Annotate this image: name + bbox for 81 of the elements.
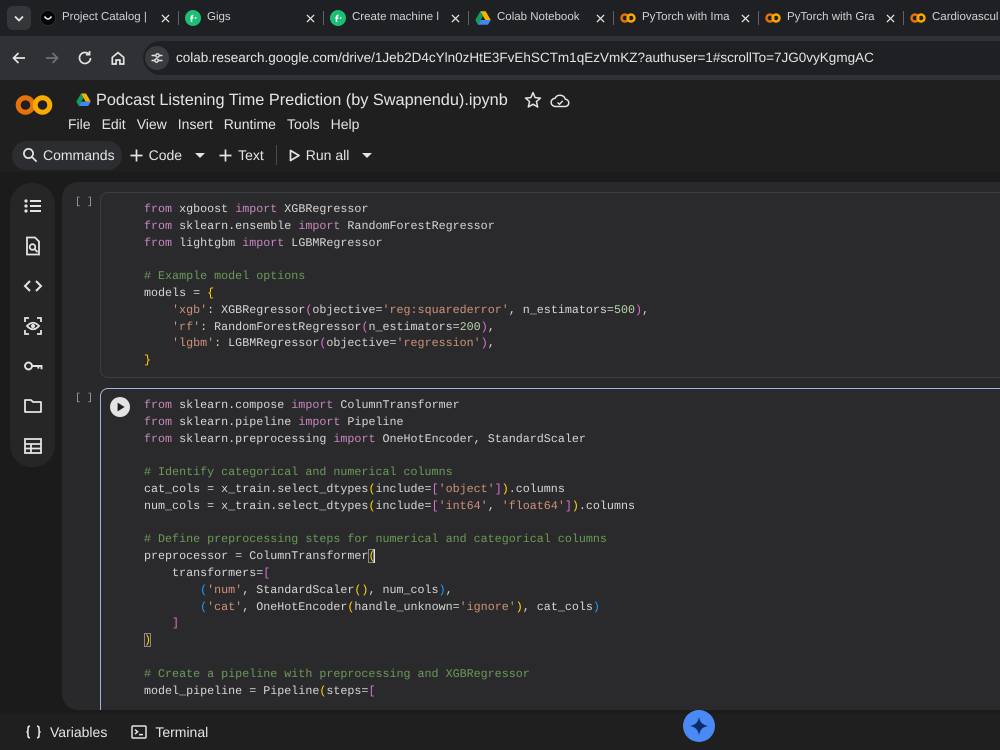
- rings-logo-icon[interactable]: [15, 92, 53, 118]
- play-icon: [288, 148, 300, 162]
- search-icon: [22, 147, 38, 163]
- code-line: }: [144, 352, 152, 369]
- code-line: num_cols = x_train.select_dtypes(include=['int64', 'float64']).columns: [144, 498, 635, 515]
- reload-icon[interactable]: [77, 50, 93, 66]
- code-line: 'lgbm': LGBMRegressor(objective='regression'),: [172, 335, 495, 352]
- code-line: from sklearn.preprocessing import OneHotEncoder, StandardScaler: [144, 430, 586, 448]
- code-line: 'rf': RandomForestRegressor(n_estimators=200),: [172, 318, 495, 336]
- caret-icon[interactable]: [362, 152, 372, 158]
- code-editor[interactable]: [100, 388, 1000, 710]
- browser-tab[interactable]: Gigs: [179, 0, 324, 36]
- menu-item[interactable]: Help: [326, 115, 364, 133]
- browser-tab[interactable]: PyTorch with Gra: [759, 0, 904, 36]
- plus-icon: [219, 148, 232, 162]
- code-line: 'xgb': XGBRegressor(objective='reg:squarederror', n_estimators=500),: [172, 302, 650, 319]
- code-line: from xgboost import XGBRegressor: [144, 201, 368, 218]
- code-line: # Example model options: [144, 268, 306, 285]
- play-icon[interactable]: [110, 396, 130, 417]
- commands-button[interactable]: Commands: [12, 140, 122, 170]
- terminal-icon: [131, 725, 148, 739]
- round-logo-icon: [330, 10, 346, 26]
- close-icon[interactable]: [306, 14, 315, 22]
- browser-tab[interactable]: PyTorch with Ima: [614, 0, 759, 36]
- code-line: from sklearn.pipeline import Pipeline: [144, 414, 404, 431]
- code-line: cat_cols = x_train.select_dtypes(include=['object']).columns: [144, 480, 565, 498]
- round-logo-icon: [40, 10, 56, 26]
- close-icon[interactable]: [886, 14, 895, 22]
- code-line: # Define preprocessing steps for numerical and categorical columns: [144, 531, 607, 548]
- table-icon[interactable]: [22, 436, 42, 456]
- braces-icon: [25, 725, 42, 739]
- code-line: preprocessor = ColumnTransformer(: [144, 548, 376, 565]
- home-icon[interactable]: [110, 50, 126, 66]
- code-line: from sklearn.ensemble import RandomForestRegressor: [144, 218, 495, 235]
- menu-item[interactable]: Tools: [282, 115, 325, 133]
- close-icon[interactable]: [451, 14, 460, 22]
- code-line: ): [144, 632, 152, 649]
- close-icon[interactable]: [161, 14, 170, 22]
- terminal-button[interactable]: Terminal: [131, 722, 208, 742]
- code-line: # Identify categorical and numerical columns: [144, 464, 453, 481]
- code-line: from lightgbm import LGBMRegressor: [144, 234, 382, 252]
- code-line: model_pipeline = Pipeline(steps=[: [144, 682, 376, 700]
- code-line: from sklearn.compose import ColumnTransformer: [144, 396, 460, 414]
- add-button[interactable]: Text: [215, 140, 268, 170]
- close-icon[interactable]: [741, 14, 750, 22]
- run-all-button[interactable]: Run all: [284, 140, 354, 170]
- left-arrow-icon[interactable]: [11, 50, 27, 66]
- plus-icon: [130, 148, 143, 162]
- code-line: transformers=[: [172, 564, 270, 582]
- close-icon[interactable]: [596, 14, 605, 22]
- sparkle-icon[interactable]: [683, 710, 715, 742]
- notebook-title[interactable]: Podcast Listening Time Prediction (by Swapnendu).ipynb: [96, 88, 508, 112]
- code-line: models = {: [144, 284, 214, 302]
- round-logo-icon: [185, 10, 201, 26]
- chevron-down-icon[interactable]: [7, 6, 31, 30]
- browser-tab[interactable]: Project Catalog |: [34, 0, 179, 36]
- menu-item[interactable]: Runtime: [218, 115, 281, 133]
- star-icon[interactable]: [524, 91, 542, 109]
- menu-item[interactable]: File: [63, 115, 96, 133]
- execution-count: [ ]: [74, 196, 94, 210]
- eye-scan-icon[interactable]: [22, 316, 42, 336]
- code-line: ]: [172, 615, 180, 632]
- address-field[interactable]: colab.research.google.com/drive/1Jeb2D4cYln0zHtE3FvEhSCTm1qEzVmKZ?authuser=1#scrollTo=7JG0vyKgmgAC: [143, 41, 1000, 75]
- add-button[interactable]: Code: [126, 140, 186, 170]
- browser-tab[interactable]: Create machine l: [324, 0, 469, 36]
- triangle-logo-icon: [76, 93, 91, 107]
- browser-tab[interactable]: Cardiovascul: [904, 0, 998, 36]
- code-line: ('cat', OneHotEncoder(handle_unknown='ignore'), cat_cols): [200, 598, 600, 616]
- folder-icon[interactable]: [22, 396, 42, 416]
- menu-item[interactable]: Insert: [172, 115, 218, 133]
- cloud-icon[interactable]: [550, 92, 570, 108]
- triangle-logo-icon: [475, 10, 491, 26]
- caret-icon[interactable]: [195, 152, 206, 158]
- browser-tab[interactable]: Colab Notebook: [469, 0, 614, 36]
- variables-button[interactable]: Variables: [25, 722, 108, 742]
- code-line: ('num', StandardScaler(), num_cols),: [200, 582, 453, 599]
- execution-count: [ ]: [74, 392, 94, 406]
- menu-item[interactable]: Edit: [96, 115, 131, 133]
- tune-icon[interactable]: [145, 46, 169, 70]
- menu-item[interactable]: View: [132, 115, 172, 133]
- code-line: # Create a pipeline with preprocessing and XGBRegressor: [144, 666, 530, 683]
